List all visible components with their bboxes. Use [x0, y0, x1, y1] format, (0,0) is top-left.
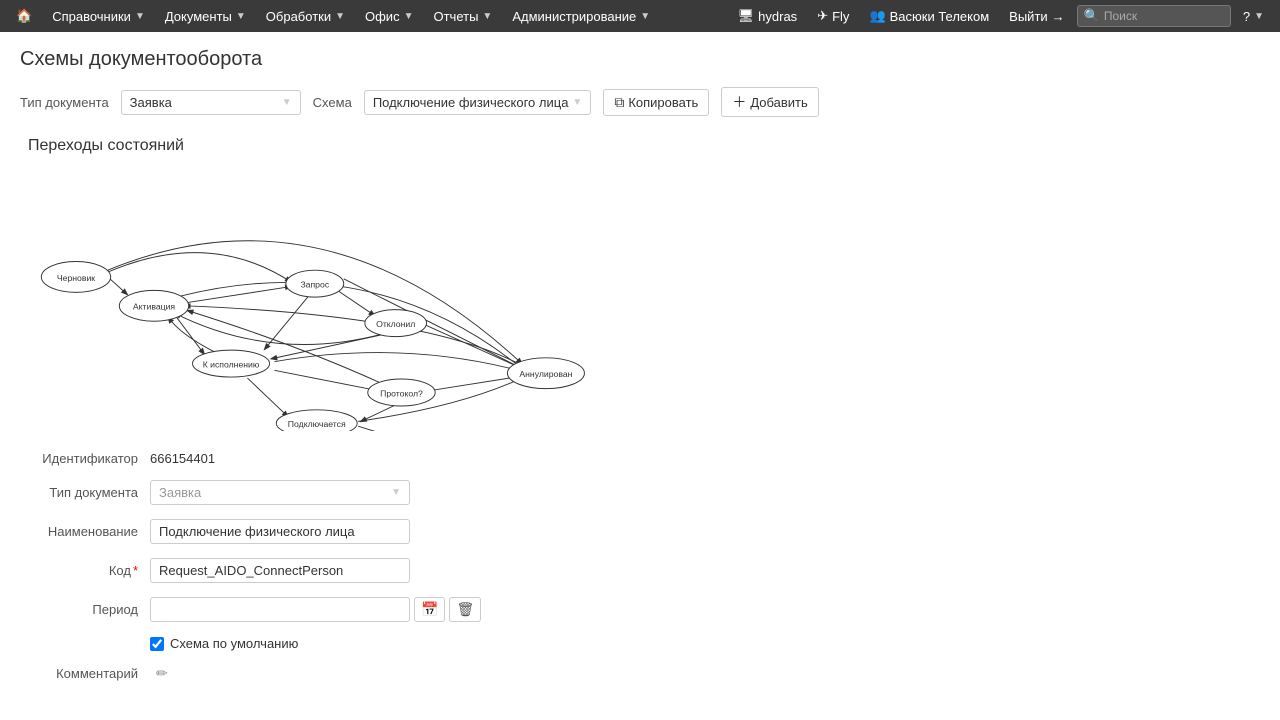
comment-row: Комментарий ✏: [20, 665, 1260, 682]
copy-button[interactable]: ⧉ Копировать: [603, 89, 709, 116]
page-title: Схемы документооборота: [20, 48, 1260, 71]
comment-label: Комментарий: [20, 666, 150, 681]
fly-icon: ✈: [817, 8, 828, 24]
period-controls: 📅 🗑: [150, 597, 481, 622]
name-input[interactable]: [150, 519, 410, 544]
chevron-down-icon: ▼: [1254, 11, 1264, 22]
search-input[interactable]: [1104, 9, 1224, 23]
form-doc-type-select[interactable]: Заявка ▼: [150, 480, 410, 505]
chevron-down-icon: ▼: [135, 11, 145, 22]
svg-text:Подключается: Подключается: [288, 419, 346, 429]
svg-text:Протокол?: Протокол?: [380, 388, 423, 398]
logout-icon: →: [1052, 9, 1065, 24]
transitions-title: Переходы состояний: [20, 137, 1260, 155]
svg-text:Черновик: Черновик: [57, 273, 95, 283]
svg-text:Аннулирован: Аннулирован: [519, 369, 572, 379]
chevron-down-icon: ▼: [236, 11, 246, 22]
period-label: Период: [20, 602, 150, 617]
transitions-section: Переходы состояний: [20, 137, 1260, 431]
copy-icon: ⧉: [614, 94, 624, 111]
server-icon: 🖥: [738, 8, 755, 24]
code-row: Код: [20, 558, 1260, 583]
svg-text:Активация: Активация: [133, 302, 176, 312]
doc-type-label: Тип документа: [20, 95, 109, 110]
nav-right-section: 🖥 hydras ✈ Fly 👥 Васюки Телеком Выйти → …: [730, 0, 1272, 32]
nav-fly[interactable]: ✈ Fly: [809, 0, 857, 32]
id-row: Идентификатор 666154401: [20, 451, 1260, 466]
name-label: Наименование: [20, 524, 150, 539]
chevron-down-icon: ▼: [404, 11, 414, 22]
code-label: Код: [20, 563, 150, 578]
nav-item-reports[interactable]: Отчеты ▼: [425, 0, 500, 32]
form-doc-type-row: Тип документа Заявка ▼: [20, 480, 1260, 505]
calendar-icon: 📅: [421, 601, 438, 617]
chevron-down-icon: ▼: [335, 11, 345, 22]
nav-hydras[interactable]: 🖥 hydras: [730, 0, 806, 32]
doc-type-select[interactable]: Заявка ▼: [121, 90, 301, 115]
nav-item-references[interactable]: Справочники ▼: [44, 0, 153, 32]
chevron-down-icon: ▼: [640, 11, 650, 22]
nav-item-documents[interactable]: Документы ▼: [157, 0, 254, 32]
diagram-container: Черновик Активация Запрос Отклонил К исп…: [20, 171, 1260, 431]
chevron-down-icon: ▼: [391, 487, 401, 498]
default-schema-row: Схема по умолчанию: [150, 636, 1260, 651]
nav-company[interactable]: 👥 Васюки Телеком: [861, 0, 997, 32]
schema-select[interactable]: Подключение физического лица ▼: [364, 90, 592, 115]
add-icon: ＋: [732, 92, 746, 112]
name-row: Наименование: [20, 519, 1260, 544]
nav-item-admin[interactable]: Администрирование ▼: [504, 0, 658, 32]
clear-button[interactable]: 🗑: [449, 597, 481, 622]
nav-item-office[interactable]: Офис ▼: [357, 0, 421, 32]
home-icon: 🏠: [16, 8, 32, 24]
company-icon: 👥: [869, 8, 885, 24]
add-button[interactable]: ＋ Добавить: [721, 87, 818, 117]
default-schema-checkbox[interactable]: [150, 637, 164, 651]
svg-text:Запрос: Запрос: [300, 280, 329, 290]
state-diagram: Черновик Активация Запрос Отклонил К исп…: [20, 171, 600, 431]
edit-icon[interactable]: ✏: [156, 665, 168, 682]
calendar-button[interactable]: 📅: [414, 597, 445, 622]
nav-logout[interactable]: Выйти →: [1001, 0, 1073, 32]
svg-text:К исполнению: К исполнению: [203, 359, 260, 369]
home-button[interactable]: 🏠: [8, 0, 40, 32]
chevron-down-icon: ▼: [572, 97, 582, 108]
page-content: Схемы документооборота Тип документа Зая…: [0, 32, 1280, 712]
default-schema-label: Схема по умолчанию: [170, 636, 298, 651]
search-box[interactable]: 🔍: [1077, 5, 1231, 27]
id-label: Идентификатор: [20, 451, 150, 466]
period-input[interactable]: [150, 597, 410, 622]
code-input[interactable]: [150, 558, 410, 583]
form-section: Идентификатор 666154401 Тип документа За…: [20, 451, 1260, 682]
svg-text:Отклонил: Отклонил: [376, 319, 415, 329]
chevron-down-icon: ▼: [482, 11, 492, 22]
nav-help[interactable]: ? ▼: [1235, 0, 1272, 32]
toolbar: Тип документа Заявка ▼ Схема Подключение…: [20, 87, 1260, 117]
id-value: 666154401: [150, 451, 215, 466]
form-doc-type-label: Тип документа: [20, 485, 150, 500]
chevron-down-icon: ▼: [282, 97, 292, 108]
trash-icon: 🗑: [456, 601, 474, 617]
nav-item-processing[interactable]: Обработки ▼: [258, 0, 353, 32]
search-icon: 🔍: [1084, 8, 1100, 24]
period-row: Период 📅 🗑: [20, 597, 1260, 622]
schema-label: Схема: [313, 95, 352, 110]
top-navigation: 🏠 Справочники ▼ Документы ▼ Обработки ▼ …: [0, 0, 1280, 32]
